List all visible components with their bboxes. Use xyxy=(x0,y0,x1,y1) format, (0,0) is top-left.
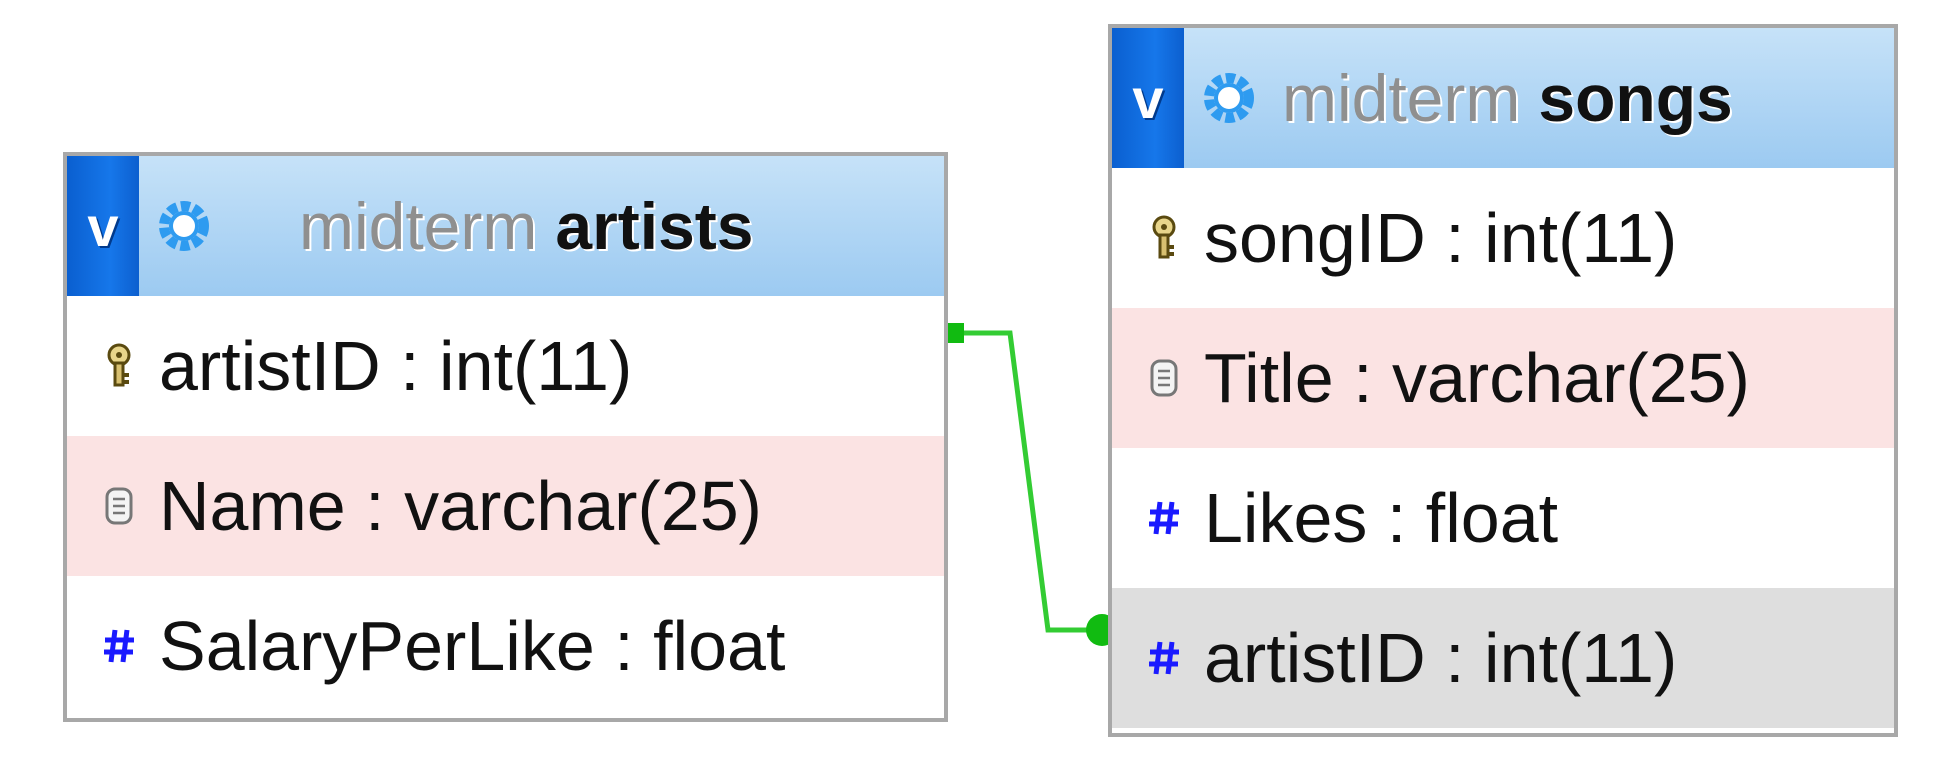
text-field-icon xyxy=(97,486,141,526)
primary-key-icon xyxy=(1142,215,1186,261)
column-text: Name : varchar(25) xyxy=(159,467,762,545)
column-row[interactable]: Name : varchar(25) xyxy=(67,436,944,576)
column-text: artistID : int(11) xyxy=(159,327,633,405)
column-text: Title : varchar(25) xyxy=(1204,339,1750,417)
table-artists[interactable]: v midterm artists artistID: int(11) Nam… xyxy=(63,152,948,722)
table-header-artists[interactable]: v midterm artists xyxy=(67,156,944,296)
column-text: artistID : int(11) xyxy=(1204,619,1678,697)
column-row[interactable]: songID : int(11) xyxy=(1112,168,1894,308)
column-row[interactable]: artistID : int(11) xyxy=(67,296,944,436)
text-field-icon xyxy=(1142,358,1186,398)
collapse-toggle-button[interactable]: v xyxy=(67,156,139,296)
database-name: midterm xyxy=(299,189,538,263)
table-name: artists xyxy=(555,189,754,263)
relation-start-marker xyxy=(948,323,964,343)
column-text: SalaryPerLike : float xyxy=(159,607,786,685)
designer-canvas: v midterm artists artistID: int(11) Nam… xyxy=(0,0,1938,767)
database-name: midterm xyxy=(1282,61,1521,135)
table-songs[interactable]: v midterm songs songID: int(11) Title:… xyxy=(1108,24,1898,737)
collapse-toggle-button[interactable]: v xyxy=(1112,28,1184,168)
table-title: midterm artists xyxy=(299,188,753,264)
column-text: songID : int(11) xyxy=(1204,199,1678,277)
column-text: Likes : float xyxy=(1204,479,1559,557)
column-row-foreign-key[interactable]: artistID : int(11) xyxy=(1112,588,1894,728)
relation-line[interactable] xyxy=(955,330,1100,633)
column-row[interactable]: Title : varchar(25) xyxy=(1112,308,1894,448)
gear-icon[interactable] xyxy=(139,196,229,256)
gear-icon[interactable] xyxy=(1184,68,1274,128)
table-name: songs xyxy=(1538,61,1733,135)
numeric-hash-icon xyxy=(97,626,141,666)
column-row[interactable]: SalaryPerLike : float xyxy=(67,576,944,716)
primary-key-icon xyxy=(97,343,141,389)
table-header-songs[interactable]: v midterm songs xyxy=(1112,28,1894,168)
numeric-hash-icon xyxy=(1142,498,1186,538)
column-row[interactable]: Likes : float xyxy=(1112,448,1894,588)
numeric-hash-icon xyxy=(1142,638,1186,678)
table-title: midterm songs xyxy=(1282,60,1733,136)
